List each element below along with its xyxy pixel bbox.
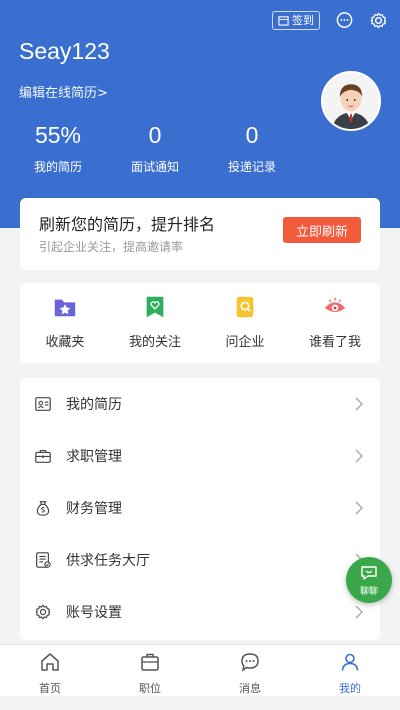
chat-floating-button[interactable]: 聊聊 [346,557,392,603]
stats-row: 55% 我的简历 0 面试通知 0 投递记录 [0,122,400,182]
chat-fab-label: 聊聊 [359,587,378,597]
bottom-safe-area [0,696,400,710]
signin-button[interactable]: 签到 [272,10,320,30]
quick-label: 谁看了我 [308,335,361,350]
quick-following[interactable]: 我的关注 [110,293,200,350]
bookmark-heart-icon [146,296,164,318]
chevron-right-icon [355,397,363,411]
tab-label: 首页 [39,682,61,695]
briefcase-icon [35,450,51,463]
username: Seay123 [19,38,110,64]
stat-resume[interactable]: 55% 我的简历 [8,122,108,175]
menu-item-resume[interactable]: 我的简历 [20,378,380,430]
tab-home[interactable]: 首页 [0,651,100,696]
stat-value: 0 [148,122,162,148]
menu-label: 供求任务大厅 [66,553,150,569]
quick-who-viewed[interactable]: 谁看了我 [290,293,380,350]
message-icon [241,653,259,672]
ask-company-icon [236,296,254,318]
calendar-icon [278,15,289,26]
menu-label: 求职管理 [66,449,122,465]
stat-label: 面试通知 [130,160,179,174]
menu-item-task-hall[interactable]: 供求任务大厅 [20,534,380,586]
chevron-right-icon [355,605,363,619]
menu-item-account-settings[interactable]: 账号设置 [20,586,380,638]
stat-label: 我的简历 [33,160,82,174]
stat-label: 投递记录 [227,160,276,174]
profile-header: 签到 Seay123 编辑在线简历> 55% 我的简历 0 面试通知 0 投递记… [0,0,400,228]
quick-label: 收藏夹 [45,335,85,350]
message-button[interactable] [334,10,354,30]
money-bag-icon [36,501,50,516]
gear-icon [35,604,51,620]
stat-interview[interactable]: 0 面试通知 [105,122,205,175]
quick-label: 我的关注 [128,335,181,350]
tab-label: 我的 [339,682,361,695]
settings-button[interactable] [368,10,388,30]
tab-mine[interactable]: 我的 [300,651,400,696]
chevron-right-icon [355,449,363,463]
briefcase-icon [141,653,159,671]
menu-label: 财务管理 [66,501,122,517]
tab-jobs[interactable]: 职位 [100,651,200,696]
menu-label: 我的简历 [66,397,122,413]
quick-ask-company[interactable]: 问企业 [200,293,290,350]
favorites-folder-icon [54,299,76,317]
quick-favorites[interactable]: 收藏夹 [20,293,110,350]
resume-icon [35,397,51,411]
task-list-icon [36,552,51,568]
avatar-portrait-icon [323,73,379,129]
menu-label: 账号设置 [66,605,122,621]
refresh-now-button[interactable]: 立即刷新 [283,217,361,243]
quick-label: 问企业 [225,335,265,350]
stat-value: 55% [34,122,82,148]
refresh-subtitle: 引起企业关注，提高邀请率 [39,240,184,254]
top-actions: 签到 [272,10,388,30]
bottom-tab-bar: 首页 职位 消息 我的 [0,644,400,696]
gear-icon [370,12,386,28]
menu-item-job-management[interactable]: 求职管理 [20,430,380,482]
tab-label: 消息 [239,682,261,695]
menu-item-finance[interactable]: 财务管理 [20,482,380,534]
tab-label: 职位 [139,682,161,695]
eye-icon [324,297,346,313]
home-icon [41,653,59,671]
chevron-right-icon [355,501,363,515]
stat-value: 0 [245,122,259,148]
chat-bubble-icon [336,11,352,28]
menu-list: 我的简历 求职管理 财务管理 供求任务大厅 账号设置 [20,378,380,640]
quick-actions: 收藏夹 我的关注 问企业 谁看了我 [20,283,380,363]
chat-icon [361,566,377,580]
signin-label: 签到 [292,14,314,27]
user-icon [341,653,359,671]
refresh-title: 刷新您的简历，提升排名 [39,215,216,234]
tab-messages[interactable]: 消息 [200,651,300,696]
edit-resume-link[interactable]: 编辑在线简历> [19,82,108,101]
stat-applications[interactable]: 0 投递记录 [202,122,302,175]
refresh-resume-card: 刷新您的简历，提升排名 引起企业关注，提高邀请率 立即刷新 [20,198,380,270]
